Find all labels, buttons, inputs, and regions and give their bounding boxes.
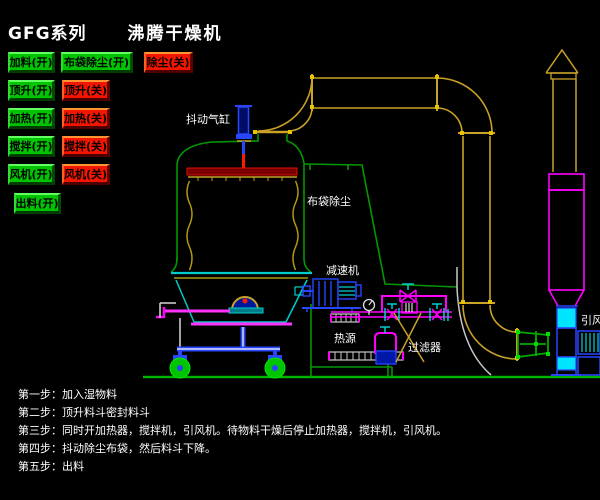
fan-on-button[interactable]: 风机(开) <box>8 164 55 185</box>
stir-off-button[interactable]: 搅拌(关) <box>62 136 110 157</box>
operation-steps: 第一步：加入湿物料 第二步：顶升料斗密封料斗 第三步：同时开加热器，搅拌机，引风… <box>18 386 447 476</box>
label-induced-fan: 引风机 <box>581 313 600 327</box>
feed-on-button[interactable]: 加料(开) <box>8 52 55 73</box>
fan-off-button[interactable]: 风机(关) <box>62 164 110 185</box>
label-shaker-cylinder: 抖动气缸 <box>186 112 230 126</box>
page-title: GFG系列 沸腾干燥机 <box>8 19 222 44</box>
heat-on-button[interactable]: 加热(开) <box>8 108 55 129</box>
label-heat-source: 热源 <box>334 331 356 345</box>
title-series: GFG系列 <box>8 24 87 44</box>
fan-inlet-funnel <box>518 330 548 359</box>
step-2: 第二步：顶升料斗密封料斗 <box>18 404 447 422</box>
label-reducer: 减速机 <box>326 263 359 277</box>
discharge-on-button[interactable]: 出料(开) <box>14 193 61 214</box>
chimney-stack <box>546 50 584 306</box>
bag-dust-on-button[interactable]: 布袋除尘(开) <box>61 52 133 73</box>
stir-on-button[interactable]: 搅拌(开) <box>8 136 55 157</box>
label-bag-filter: 布袋除尘 <box>307 194 351 208</box>
bag-filter-bags <box>187 181 298 270</box>
dust-off-button[interactable]: 除尘(关) <box>144 52 193 73</box>
housing-arc <box>457 267 491 375</box>
title-machine: 沸腾干燥机 <box>127 24 222 44</box>
hmi-screen: { "title": { "series": "GFG系列", "machine… <box>0 0 600 500</box>
step-5: 第五步：出料 <box>18 458 447 476</box>
label-filter: 过滤器 <box>408 341 441 354</box>
heat-off-button[interactable]: 加热(关) <box>62 108 110 129</box>
step-3: 第三步：同时开加热器，搅拌机，引风机。待物料干燥后停止加热器，搅拌机，引风机。 <box>18 422 447 440</box>
lift-off-button[interactable]: 顶升(关) <box>62 80 110 101</box>
hopper-cart <box>156 273 312 378</box>
lift-on-button[interactable]: 顶升(开) <box>8 80 55 101</box>
step-4: 第四步：抖动除尘布袋，然后料斗下降。 <box>18 440 447 458</box>
reducer-unit <box>302 279 361 312</box>
step-1: 第一步：加入湿物料 <box>18 386 447 404</box>
